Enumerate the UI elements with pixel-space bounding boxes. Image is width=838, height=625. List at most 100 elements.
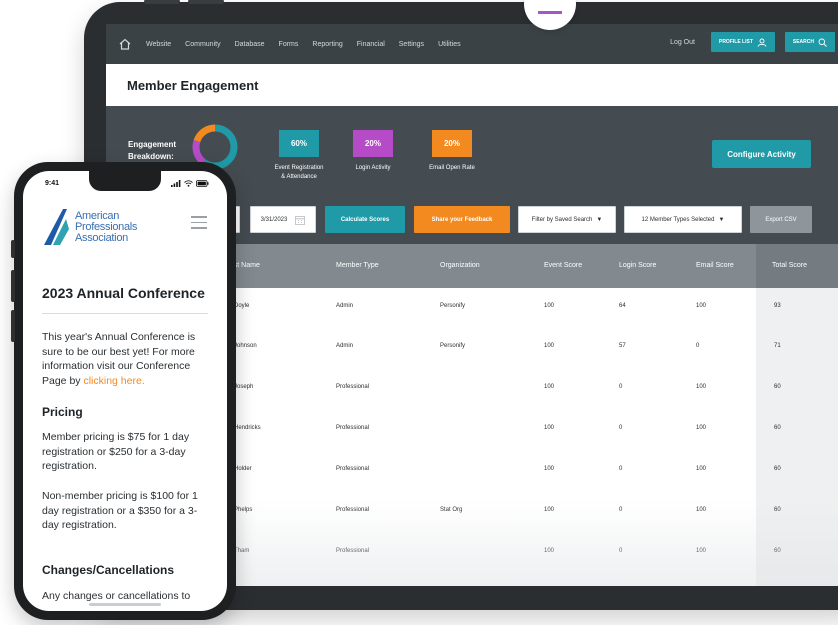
phone-device: 9:41 American Professionals Association … <box>11 162 236 620</box>
phone-mute-switch <box>11 240 15 258</box>
cell-email-score: 100 <box>696 507 707 513</box>
cell-organization: Personify <box>440 303 466 309</box>
column-header-login-score[interactable]: Login Score <box>619 262 656 269</box>
nav-item-community[interactable]: Community <box>185 41 220 48</box>
logout-link[interactable]: Log Out <box>670 39 695 46</box>
column-header-event-score[interactable]: Event Score <box>544 262 582 269</box>
cell-login-score: 0 <box>619 384 623 390</box>
search-icon <box>818 38 827 47</box>
cell-member-type: Professional <box>336 507 370 513</box>
cell-total-score: 60 <box>774 425 781 431</box>
intro-paragraph: This year's Annual Conference is sure to… <box>42 330 212 388</box>
stat-login-value: 20% <box>353 130 393 157</box>
device-mockup-stage: Website Community Database Forms Reporti… <box>0 0 838 625</box>
changes-text: Any changes or cancellations to <box>42 590 191 602</box>
cell-total-score: 60 <box>774 507 781 513</box>
cell-member-type: Professional <box>336 466 370 472</box>
end-date-input[interactable]: 3/31/2023 <box>250 206 316 233</box>
user-icon <box>757 38 767 47</box>
cell-login-score: 57 <box>619 343 626 349</box>
cell-event-score: 100 <box>544 303 555 309</box>
nav-item-settings[interactable]: Settings <box>399 41 424 48</box>
cell-last-name: Johnson <box>234 343 257 349</box>
cell-member-type: Admin <box>336 303 354 309</box>
share-feedback-button[interactable]: Share your Feedback <box>414 206 510 233</box>
title-divider <box>42 313 208 314</box>
tablet-volume-button <box>188 0 224 4</box>
configure-activity-button[interactable]: Configure Activity <box>712 140 811 168</box>
stat-event-value: 60% <box>279 130 319 157</box>
calendar-icon[interactable] <box>295 215 306 225</box>
nav-item-database[interactable]: Database <box>235 41 265 48</box>
profile-list-button[interactable]: PROFILE LIST <box>710 32 775 52</box>
end-date-value: 3/31/2023 <box>260 216 288 223</box>
stat-login-activity: 20% Login Activity <box>338 130 408 173</box>
cell-email-score: 100 <box>696 303 707 309</box>
logo-text: American Professionals Association <box>75 211 137 244</box>
nav-item-reporting[interactable]: Reporting <box>312 41 342 48</box>
stat-event-label: Event Registration & Attendance <box>254 164 344 182</box>
stat-email-open-rate: 20% Email Open Rate <box>412 130 492 173</box>
column-header-organization[interactable]: Organization <box>440 262 480 269</box>
tablet-volume-button <box>144 0 180 4</box>
search-button[interactable]: SEARCH <box>784 32 835 52</box>
home-icon[interactable] <box>118 37 132 51</box>
cell-last-name: Phelps <box>234 507 253 513</box>
nav-right-group: Log Out PROFILE LIST SEARCH <box>670 32 835 52</box>
cell-event-score: 100 <box>544 466 555 472</box>
stat-email-label: Email Open Rate <box>429 165 475 171</box>
pricing-member-text: Member pricing is $75 for 1 day registra… <box>42 431 190 472</box>
page-title-bar: Member Engagement <box>106 64 838 106</box>
cell-event-score: 100 <box>544 384 555 390</box>
cell-last-name: Tham <box>234 548 250 554</box>
column-header-total-score[interactable]: Total Score <box>772 262 807 269</box>
status-icons <box>171 180 209 187</box>
nav-item-website[interactable]: Website <box>146 41 171 48</box>
profile-list-label: PROFILE LIST <box>718 39 753 45</box>
cell-last-name: Doyle <box>234 303 250 309</box>
cell-login-score: 0 <box>619 466 623 472</box>
cell-event-score: 100 <box>544 343 555 349</box>
cell-last-name: Hendricks <box>234 425 261 431</box>
stat-event-label-line2: & Attendance <box>281 174 317 180</box>
cell-last-name: Joseph <box>234 384 254 390</box>
wifi-icon <box>184 180 193 187</box>
nav-item-forms[interactable]: Forms <box>279 41 299 48</box>
cell-total-score: 93 <box>774 303 781 309</box>
cell-total-score: 60 <box>774 384 781 390</box>
cell-member-type: Admin <box>336 343 354 349</box>
column-header-email-score[interactable]: Email Score <box>696 262 734 269</box>
calculate-scores-button[interactable]: Calculate Scores <box>325 206 405 233</box>
battery-icon <box>196 180 209 187</box>
cell-member-type: Professional <box>336 548 370 554</box>
chevron-down-icon: ▼ <box>718 216 725 223</box>
member-types-select[interactable]: 12 Member Types Selected ▼ <box>624 206 742 233</box>
nav-item-utilities[interactable]: Utilities <box>438 41 461 48</box>
column-header-member-type[interactable]: Member Type <box>336 262 379 269</box>
stat-event-registration: 60% Event Registration & Attendance <box>254 130 344 182</box>
saved-search-filter-select[interactable]: Filter by Saved Search ▼ <box>518 206 616 233</box>
status-time: 9:41 <box>45 180 60 187</box>
member-types-label: 12 Member Types Selected <box>641 216 715 223</box>
cell-login-score: 0 <box>619 425 623 431</box>
cell-last-name: Holder <box>234 466 252 472</box>
cell-total-score: 60 <box>774 466 781 472</box>
phone-notch <box>89 171 161 191</box>
pricing-heading: Pricing <box>42 405 83 419</box>
nav-item-financial[interactable]: Financial <box>357 41 385 48</box>
cell-email-score: 100 <box>696 384 707 390</box>
cell-email-score: 100 <box>696 425 707 431</box>
phone-volume-down-button <box>11 310 15 342</box>
page-title: Member Engagement <box>127 77 259 93</box>
engagement-label: Engagement Breakdown: <box>128 140 177 161</box>
stat-email-value: 20% <box>432 130 472 157</box>
cell-email-score: 100 <box>696 548 707 554</box>
conference-page-link[interactable]: clicking here. <box>83 375 144 387</box>
cell-email-score: 100 <box>696 466 707 472</box>
cell-total-score: 60 <box>774 548 781 554</box>
pricing-nonmember-text: Non-member pricing is $100 for 1 day reg… <box>42 490 198 531</box>
menu-icon[interactable] <box>191 216 207 233</box>
export-csv-button[interactable]: Export CSV <box>750 206 812 233</box>
home-indicator <box>89 603 161 606</box>
search-label: SEARCH <box>792 39 814 45</box>
